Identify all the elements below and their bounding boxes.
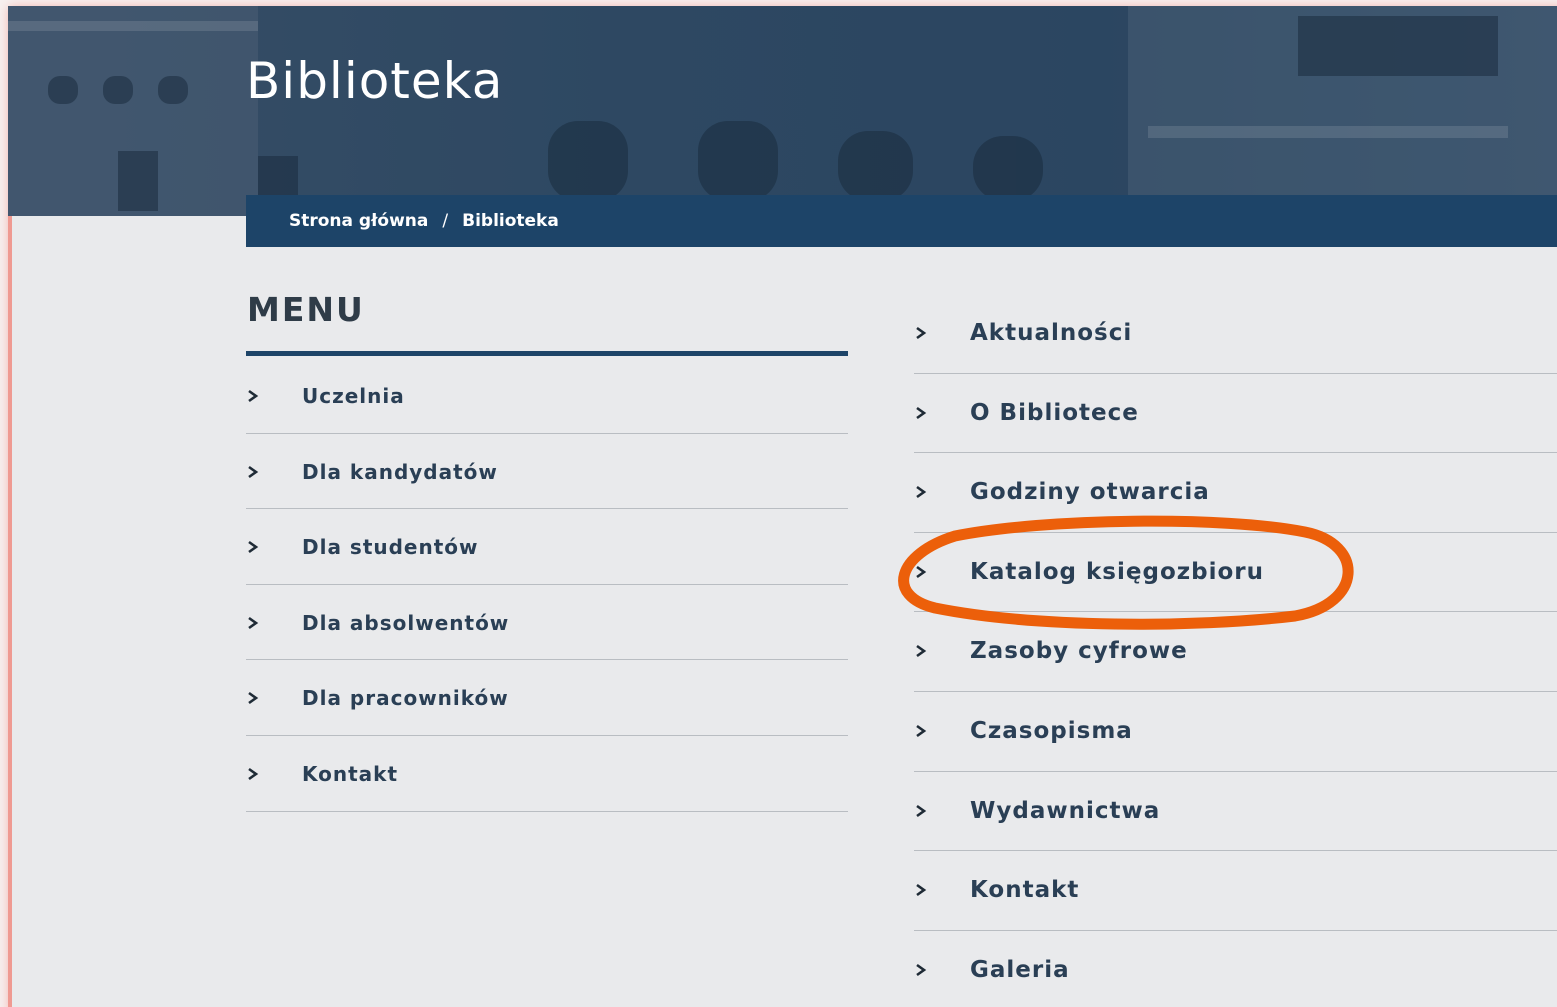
library-item-label: Katalog księgozbioru — [970, 558, 1265, 585]
menu-item-label: Kontakt — [302, 761, 399, 786]
menu-item-label: Dla kandydatów — [302, 459, 498, 484]
chevron-right-icon — [914, 883, 928, 897]
menu-item-uczelnia[interactable]: Uczelnia — [246, 358, 848, 434]
menu-item-dla-pracownikow[interactable]: Dla pracowników — [246, 660, 848, 736]
menu-item-dla-studentow[interactable]: Dla studentów — [246, 509, 848, 585]
page-title: Biblioteka — [246, 52, 504, 110]
menu-item-dla-absolwentow[interactable]: Dla absolwentów — [246, 585, 848, 661]
library-item-kontakt[interactable]: Kontakt — [914, 851, 1557, 931]
chevron-right-icon — [914, 724, 928, 738]
chevron-right-icon — [914, 804, 928, 818]
library-item-label: Zasoby cyfrowe — [970, 638, 1188, 665]
chevron-right-icon — [246, 616, 260, 630]
chevron-right-icon — [914, 406, 928, 420]
library-item-zasoby-cyfrowe[interactable]: Zasoby cyfrowe — [914, 612, 1557, 692]
menu-underline — [246, 351, 848, 356]
chevron-right-icon — [246, 389, 260, 403]
library-item-label: O Bibliotece — [970, 399, 1139, 426]
library-item-o-bibliotece[interactable]: O Bibliotece — [914, 374, 1557, 454]
header-banner: Biblioteka — [8, 6, 1557, 216]
menu-item-dla-kandydatow[interactable]: Dla kandydatów — [246, 434, 848, 510]
library-item-czasopisma[interactable]: Czasopisma — [914, 692, 1557, 772]
chevron-right-icon — [246, 767, 260, 781]
library-item-label: Galeria — [970, 956, 1070, 983]
library-item-label: Wydawnictwa — [970, 797, 1161, 824]
chevron-right-icon — [914, 485, 928, 499]
chevron-right-icon — [914, 565, 928, 579]
library-item-label: Kontakt — [970, 877, 1080, 904]
breadcrumb-home-link[interactable]: Strona główna — [289, 211, 428, 231]
library-item-aktualnosci[interactable]: Aktualności — [914, 294, 1557, 374]
library-item-wydawnictwa[interactable]: Wydawnictwa — [914, 772, 1557, 852]
menu-heading: MENU — [247, 290, 365, 329]
chevron-right-icon — [246, 691, 260, 705]
library-item-label: Czasopisma — [970, 717, 1133, 744]
library-item-godziny-otwarcia[interactable]: Godziny otwarcia — [914, 453, 1557, 533]
chevron-right-icon — [246, 540, 260, 554]
library-item-galeria[interactable]: Galeria — [914, 931, 1557, 1007]
chevron-right-icon — [914, 963, 928, 977]
chevron-right-icon — [914, 644, 928, 658]
chevron-right-icon — [914, 326, 928, 340]
menu-item-label: Dla absolwentów — [302, 610, 510, 635]
main-menu: Uczelnia Dla kandydatów Dla studentów Dl… — [246, 358, 848, 812]
library-item-katalog-ksiegozbioru[interactable]: Katalog księgozbioru — [914, 533, 1557, 613]
menu-item-label: Dla pracowników — [302, 686, 509, 711]
breadcrumb-separator: / — [442, 211, 449, 231]
building-photo — [8, 6, 1557, 216]
menu-item-label: Dla studentów — [302, 535, 479, 560]
breadcrumb-current: Biblioteka — [462, 211, 559, 231]
breadcrumb: Strona główna / Biblioteka — [246, 195, 1557, 247]
library-menu: Aktualności O Bibliotece Godziny otwarci… — [914, 294, 1557, 1007]
menu-item-label: Uczelnia — [302, 384, 405, 408]
menu-item-kontakt[interactable]: Kontakt — [246, 736, 848, 812]
library-item-label: Godziny otwarcia — [970, 479, 1210, 506]
chevron-right-icon — [246, 465, 260, 479]
library-item-label: Aktualności — [970, 320, 1133, 346]
